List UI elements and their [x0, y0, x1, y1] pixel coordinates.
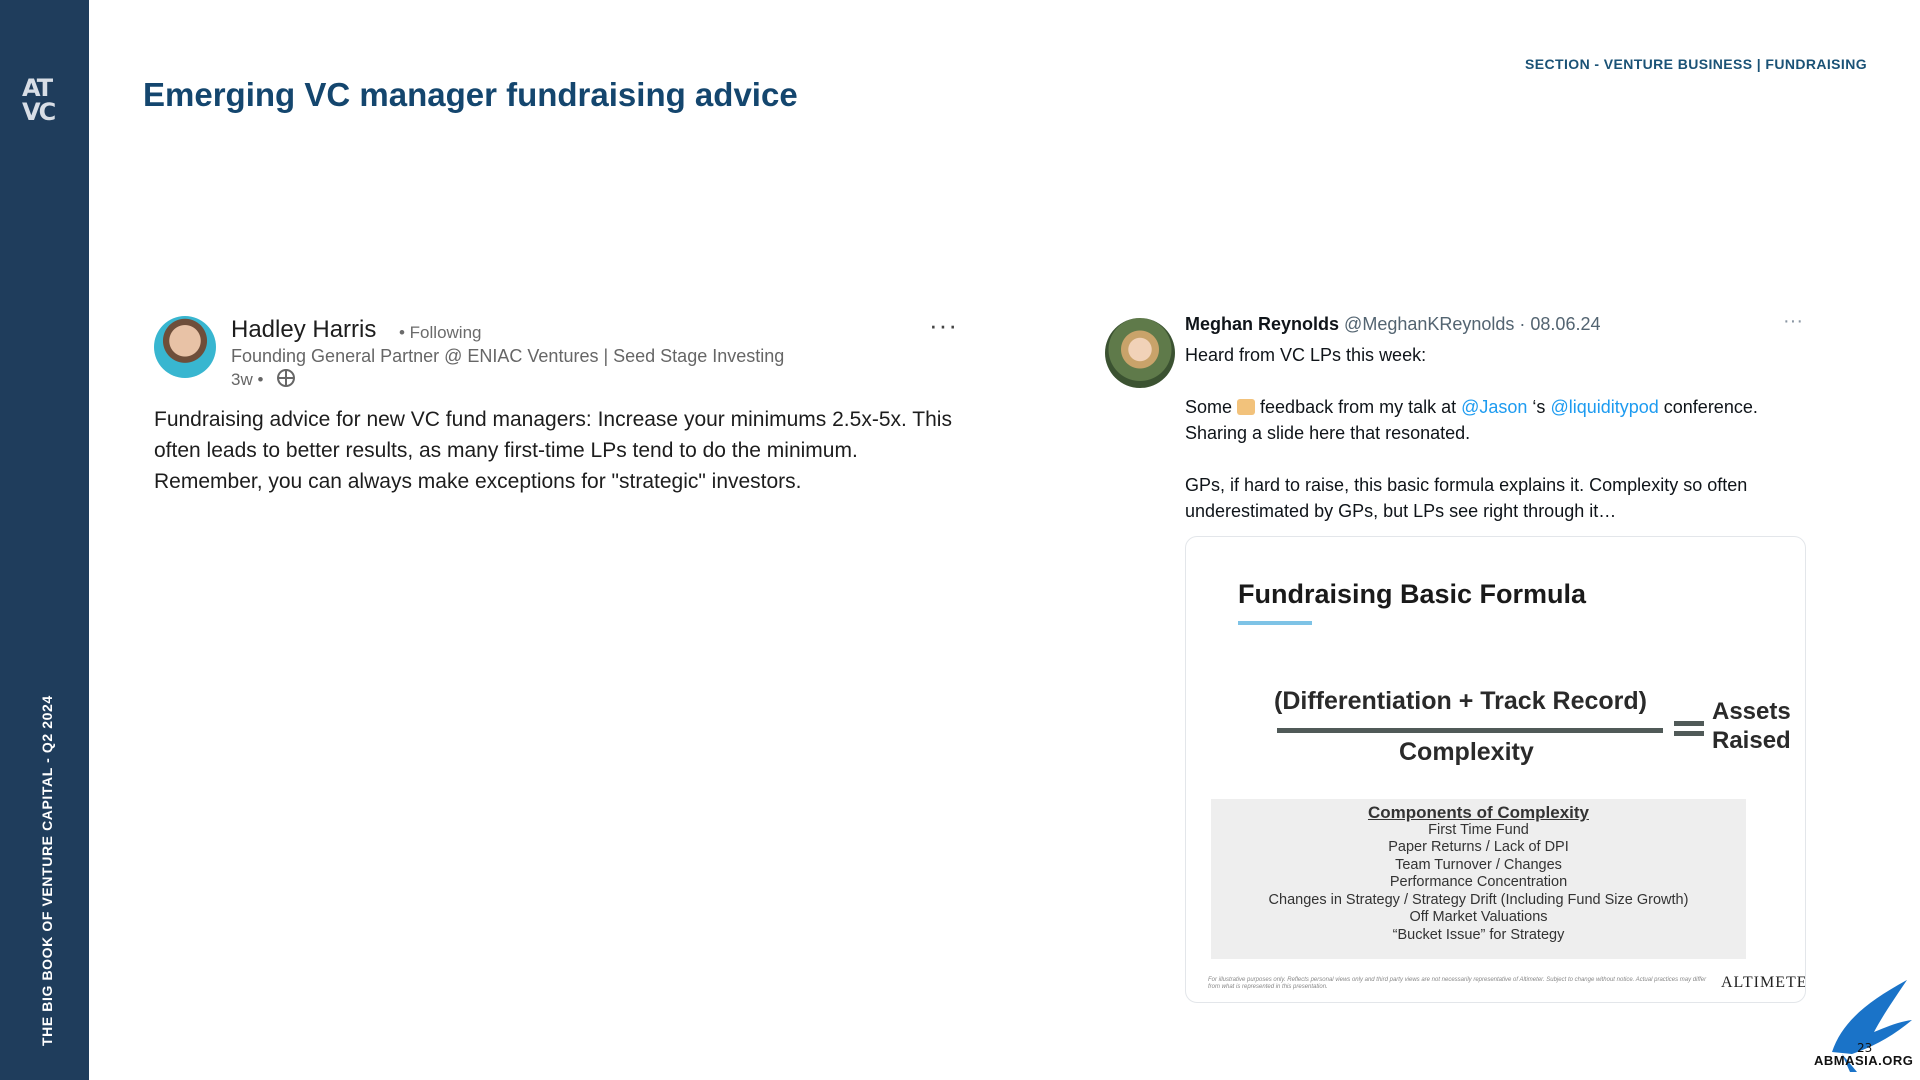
- component-item: Off Market Valuations: [1409, 909, 1548, 925]
- author-avatar[interactable]: [154, 316, 216, 378]
- tweet-text-part: ‘s: [1527, 397, 1551, 417]
- post-time: 3w •: [231, 370, 264, 389]
- post-body: Fundraising advice for new VC fund manag…: [154, 408, 952, 493]
- thumbs-up-icon: [1237, 399, 1256, 415]
- section-label: SECTION - VENTURE BUSINESS | FUNDRAISING: [1525, 56, 1867, 72]
- title-underline: [1238, 621, 1312, 625]
- sidebar: ATVC THE BIG BOOK OF VENTURE CAPITAL - Q…: [0, 0, 89, 1080]
- tweet-line: Heard from VC LPs this week:: [1185, 345, 1427, 365]
- mention-link[interactable]: @liquiditypod: [1550, 397, 1658, 417]
- component-item: Changes in Strategy / Strategy Drift (In…: [1268, 891, 1689, 908]
- author-name[interactable]: Hadley Harris: [231, 316, 376, 344]
- tweet-text-part: Some: [1185, 397, 1238, 417]
- tweet-header: Meghan Reynolds @MeghanKReynolds · 08.06…: [1185, 314, 1600, 335]
- sidebar-vertical-text: THE BIG BOOK OF VENTURE CAPITAL - Q2 202…: [39, 695, 55, 1046]
- page-title: Emerging VC manager fundraising advice: [143, 76, 798, 113]
- formula-denominator: Complexity: [1399, 738, 1534, 766]
- author-handle[interactable]: @MeghanKReynolds · 08.06.24: [1344, 314, 1600, 334]
- watermark-text: ABMASIA.ORG: [1814, 1053, 1914, 1068]
- result-line: Raised: [1712, 727, 1791, 754]
- logo-text: ATVC: [22, 74, 56, 126]
- altimeter-brand: ALTIMETE: [1721, 974, 1806, 991]
- formula-result: Assets Raised: [1712, 697, 1791, 755]
- tweet-text: Heard from VC LPs this week: Some feedba…: [1185, 342, 1805, 550]
- slide-title: Fundraising Basic Formula: [1238, 579, 1587, 609]
- fraction-line: [1277, 728, 1663, 733]
- tweet-line: GPs, if hard to raise, this basic formul…: [1185, 475, 1748, 521]
- component-item: Team Turnover / Changes: [1395, 856, 1562, 873]
- mention-link[interactable]: @Jason: [1461, 397, 1527, 417]
- author-avatar[interactable]: [1105, 318, 1175, 388]
- components-title: Components of Complexity: [1367, 803, 1589, 822]
- result-line: Assets: [1712, 698, 1791, 725]
- slide-disclaimer: For illustrative purposes only. Reflects…: [1208, 977, 1707, 990]
- formula-numerator: (Differentiation + Track Record): [1274, 687, 1647, 715]
- more-options-icon[interactable]: ···: [929, 310, 958, 341]
- following-label[interactable]: • Following: [399, 323, 482, 343]
- component-item: Paper Returns / Lack of DPI: [1388, 839, 1569, 855]
- tweet-line: Some feedback from my talk at @Jason ‘s …: [1185, 394, 1805, 446]
- more-options-icon[interactable]: ···: [1783, 310, 1803, 333]
- atvc-logo: ATVC: [22, 76, 66, 126]
- component-item: First Time Fund: [1428, 821, 1529, 838]
- component-item: Performance Concentration: [1389, 874, 1568, 890]
- component-item: “Bucket Issue” for Strategy: [1392, 926, 1565, 943]
- author-headline: Founding General Partner @ ENIAC Venture…: [231, 346, 785, 366]
- globe-icon: [277, 369, 295, 387]
- attached-slide-image[interactable]: Fundraising Basic Formula (Differentiati…: [1185, 536, 1806, 1003]
- tweet-text-part: feedback from my talk at: [1255, 397, 1462, 417]
- complexity-components-box: Components of Complexity First Time Fund…: [1211, 799, 1746, 959]
- equals-sign: [1674, 721, 1704, 741]
- author-name[interactable]: Meghan Reynolds: [1185, 314, 1339, 334]
